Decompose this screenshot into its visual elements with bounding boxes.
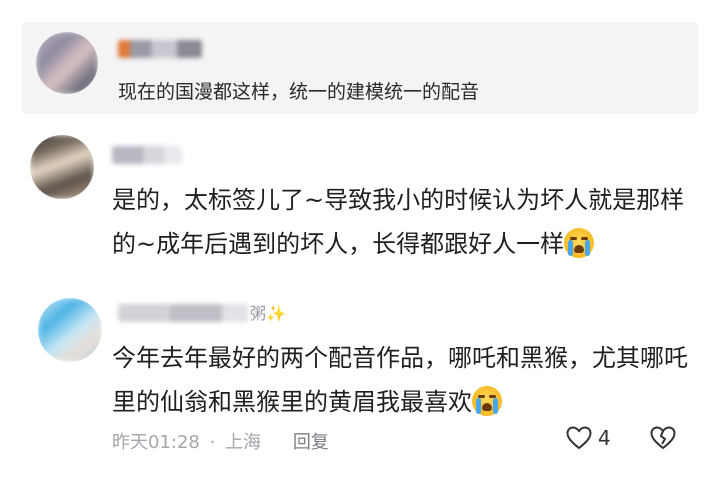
avatar[interactable]: [30, 135, 94, 199]
crying-laughing-face-icon: [472, 386, 502, 416]
crying-face-icon: [564, 228, 595, 258]
like-button[interactable]: 4: [566, 426, 611, 450]
comment-meta: 昨天01:28 · 上海 回复: [112, 428, 333, 454]
like-count: 4: [598, 426, 611, 450]
meta-separator: ·: [209, 432, 216, 453]
comment-text: 是的，太标签儿了~导致我小的时候认为坏人就是那样的~成年后遇到的坏人，长得都跟好…: [112, 178, 692, 266]
quoted-comment-text: 现在的国漫都这样，统一的建模统一的配音: [118, 81, 480, 103]
avatar[interactable]: [38, 298, 102, 362]
quoted-comment[interactable]: 现在的国漫都这样，统一的建模统一的配音: [22, 22, 698, 114]
username-blurred[interactable]: [112, 146, 182, 164]
comment-body: 今年去年最好的两个配音作品，哪吒和黑猴，尤其哪吒里的仙翁和黑猴里的黄眉我最喜欢: [112, 344, 688, 416]
username-suffix[interactable]: 粥✨: [250, 300, 286, 324]
comment-text: 今年去年最好的两个配音作品，哪吒和黑猴，尤其哪吒里的仙翁和黑猴里的黄眉我最喜欢: [112, 336, 692, 424]
heart-icon: [566, 426, 592, 450]
username-blurred[interactable]: [118, 40, 202, 58]
comment-body: 是的，太标签儿了~导致我小的时候认为坏人就是那样的~成年后遇到的坏人，长得都跟好…: [112, 186, 685, 258]
dislike-button[interactable]: [650, 426, 676, 454]
comment-location: 上海: [225, 432, 262, 453]
avatar[interactable]: [36, 32, 98, 94]
comment-time: 昨天01:28: [112, 432, 200, 453]
broken-heart-icon: [650, 426, 676, 450]
reply-button[interactable]: 回复: [293, 432, 329, 453]
username-blurred[interactable]: [118, 304, 248, 322]
